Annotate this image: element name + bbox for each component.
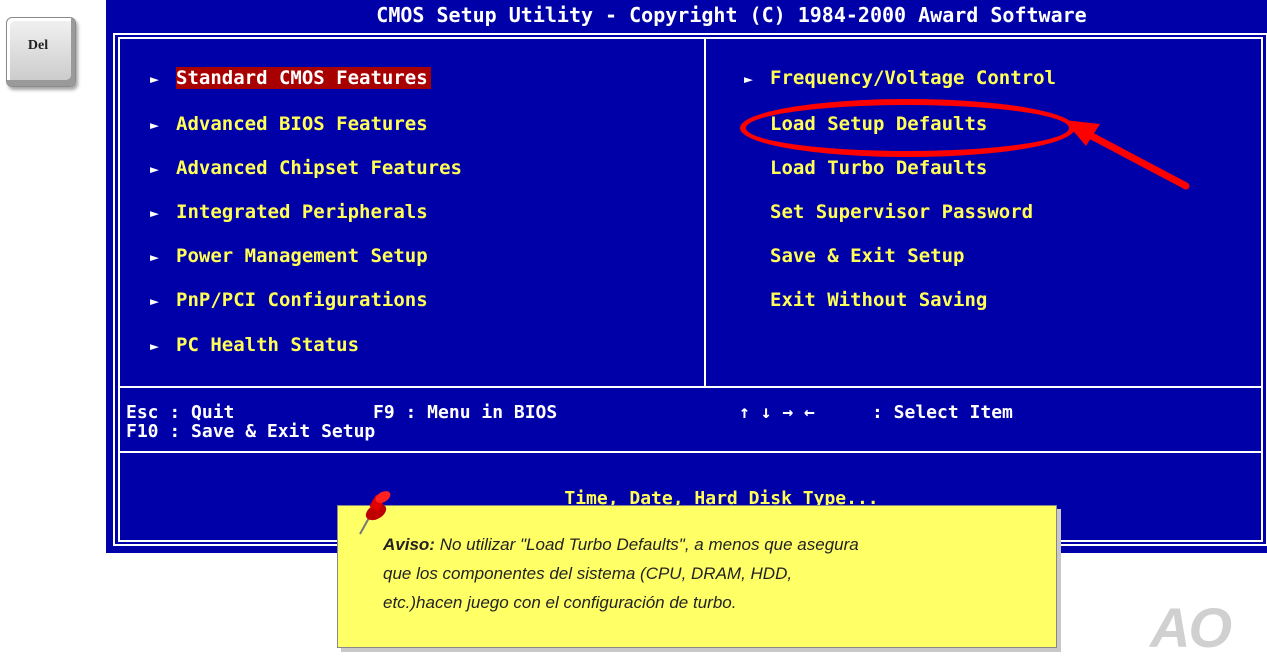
menu-item-save-exit-setup[interactable]: Save & Exit Setup xyxy=(770,243,964,269)
help-f9-menu: F9 : Menu in BIOS xyxy=(373,402,558,423)
menu-item-label: Load Turbo Defaults xyxy=(770,157,988,179)
menu-item-pnp-pci-configurations[interactable]: ► PnP/PCI Configurations xyxy=(150,287,428,313)
menu-item-label: Set Supervisor Password xyxy=(770,201,1034,223)
menu-item-standard-cmos-features[interactable]: ► Standard CMOS Features xyxy=(150,65,431,91)
menu-item-label: Advanced BIOS Features xyxy=(176,113,428,135)
highlight-ellipse xyxy=(740,99,1075,157)
del-key-icon: Del xyxy=(6,17,76,87)
menu-item-label: Exit Without Saving xyxy=(770,289,988,311)
menu-item-label: Advanced Chipset Features xyxy=(176,157,462,179)
pushpin-icon xyxy=(359,491,391,535)
bios-title: CMOS Setup Utility - Copyright (C) 1984-… xyxy=(376,3,1087,27)
submenu-arrow-icon: ► xyxy=(150,248,160,266)
aopen-logo: AO xyxy=(1150,596,1232,659)
menu-item-label: Integrated Peripherals xyxy=(176,201,428,223)
menu-item-set-supervisor-password[interactable]: Set Supervisor Password xyxy=(770,199,1033,225)
menu-item-label: Standard CMOS Features xyxy=(176,67,431,89)
help-divider xyxy=(118,386,1263,388)
menu-item-exit-without-saving[interactable]: Exit Without Saving xyxy=(770,287,987,313)
note-line-1: No utilizar "Load Turbo Defaults", a men… xyxy=(434,535,859,554)
submenu-arrow-icon: ► xyxy=(150,337,160,355)
submenu-arrow-icon: ► xyxy=(150,70,160,88)
menu-item-power-management-setup[interactable]: ► Power Management Setup xyxy=(150,243,428,269)
menu-divider xyxy=(704,37,706,387)
menu-item-advanced-chipset-features[interactable]: ► Advanced Chipset Features xyxy=(150,155,462,181)
menu-item-label: PC Health Status xyxy=(176,334,360,356)
note-text: Aviso: No utilizar "Load Turbo Defaults"… xyxy=(383,530,1033,617)
submenu-arrow-icon: ► xyxy=(150,116,160,134)
note-line-3: etc.)hacen juego con el configuración de… xyxy=(383,593,737,612)
help-select-item: : Select Item xyxy=(872,402,1013,423)
submenu-arrow-icon: ► xyxy=(150,160,160,178)
description-divider xyxy=(118,451,1263,453)
menu-item-label: PnP/PCI Configurations xyxy=(176,289,428,311)
menu-item-integrated-peripherals[interactable]: ► Integrated Peripherals xyxy=(150,199,428,225)
submenu-arrow-icon: ► xyxy=(150,292,160,310)
del-key-label: Del xyxy=(27,38,49,53)
submenu-arrow-icon: ► xyxy=(744,70,754,88)
menu-item-label: Power Management Setup xyxy=(176,245,428,267)
note-line-2: que los componentes del sistema (CPU, DR… xyxy=(383,564,793,583)
help-arrow-keys: ↑ ↓ → ← xyxy=(739,402,815,423)
red-arrow-icon xyxy=(1064,120,1190,190)
menu-item-frequency-voltage-control[interactable]: ► Frequency/Voltage Control xyxy=(744,65,1056,91)
help-f10-save-exit: F10 : Save & Exit Setup xyxy=(126,421,376,442)
menu-item-label: Frequency/Voltage Control xyxy=(770,67,1056,89)
help-esc-quit: Esc : Quit xyxy=(126,402,235,423)
menu-item-pc-health-status[interactable]: ► PC Health Status xyxy=(150,332,359,358)
menu-item-advanced-bios-features[interactable]: ► Advanced BIOS Features xyxy=(150,111,428,137)
warning-note: Aviso: No utilizar "Load Turbo Defaults"… xyxy=(337,505,1057,648)
submenu-arrow-icon: ► xyxy=(150,204,160,222)
menu-item-load-turbo-defaults[interactable]: Load Turbo Defaults xyxy=(770,155,987,181)
bios-screen: CMOS Setup Utility - Copyright (C) 1984-… xyxy=(106,0,1267,553)
menu-item-label: Save & Exit Setup xyxy=(770,245,965,267)
